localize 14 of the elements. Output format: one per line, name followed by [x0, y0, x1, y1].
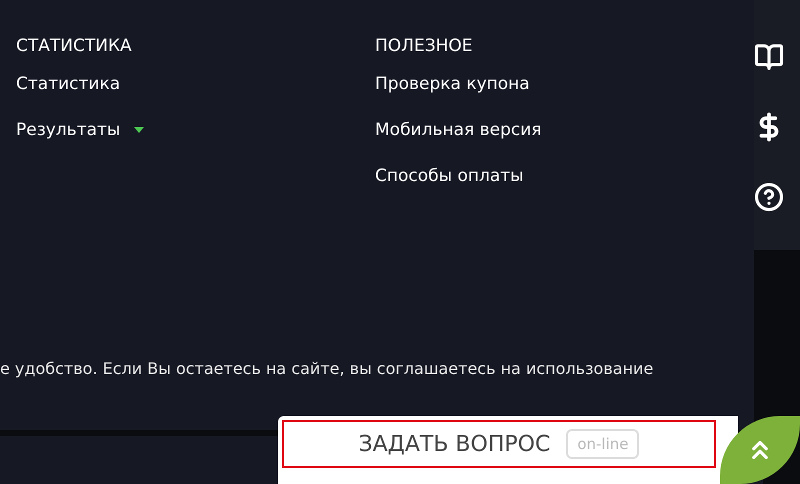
column-heading: ПОЛЕЗНОЕ — [375, 35, 474, 58]
button-label: ЗАДАТЬ ВОПРОС — [358, 430, 550, 458]
footer-link[interactable]: Способы оплаты — [375, 164, 524, 188]
ask-question-button[interactable]: ЗАДАТЬ ВОПРОС on-line — [282, 420, 716, 468]
cookie-notice: е удобство. Если Вы остаетесь на сайте, вы соглашаетесь на использование — [0, 358, 654, 380]
footer-link[interactable]: Проверка купона — [375, 72, 530, 96]
caret-icon — [134, 127, 144, 133]
footer-link[interactable]: Мобильная версия — [375, 118, 542, 142]
footer-link[interactable]: Результаты — [16, 118, 144, 142]
book-icon[interactable] — [754, 42, 784, 72]
help-icon[interactable] — [754, 182, 784, 212]
column-heading: СТАТИСТИКА — [16, 35, 133, 58]
status-badge: on-line — [566, 429, 640, 459]
footer-link[interactable]: Статистика — [16, 72, 120, 96]
